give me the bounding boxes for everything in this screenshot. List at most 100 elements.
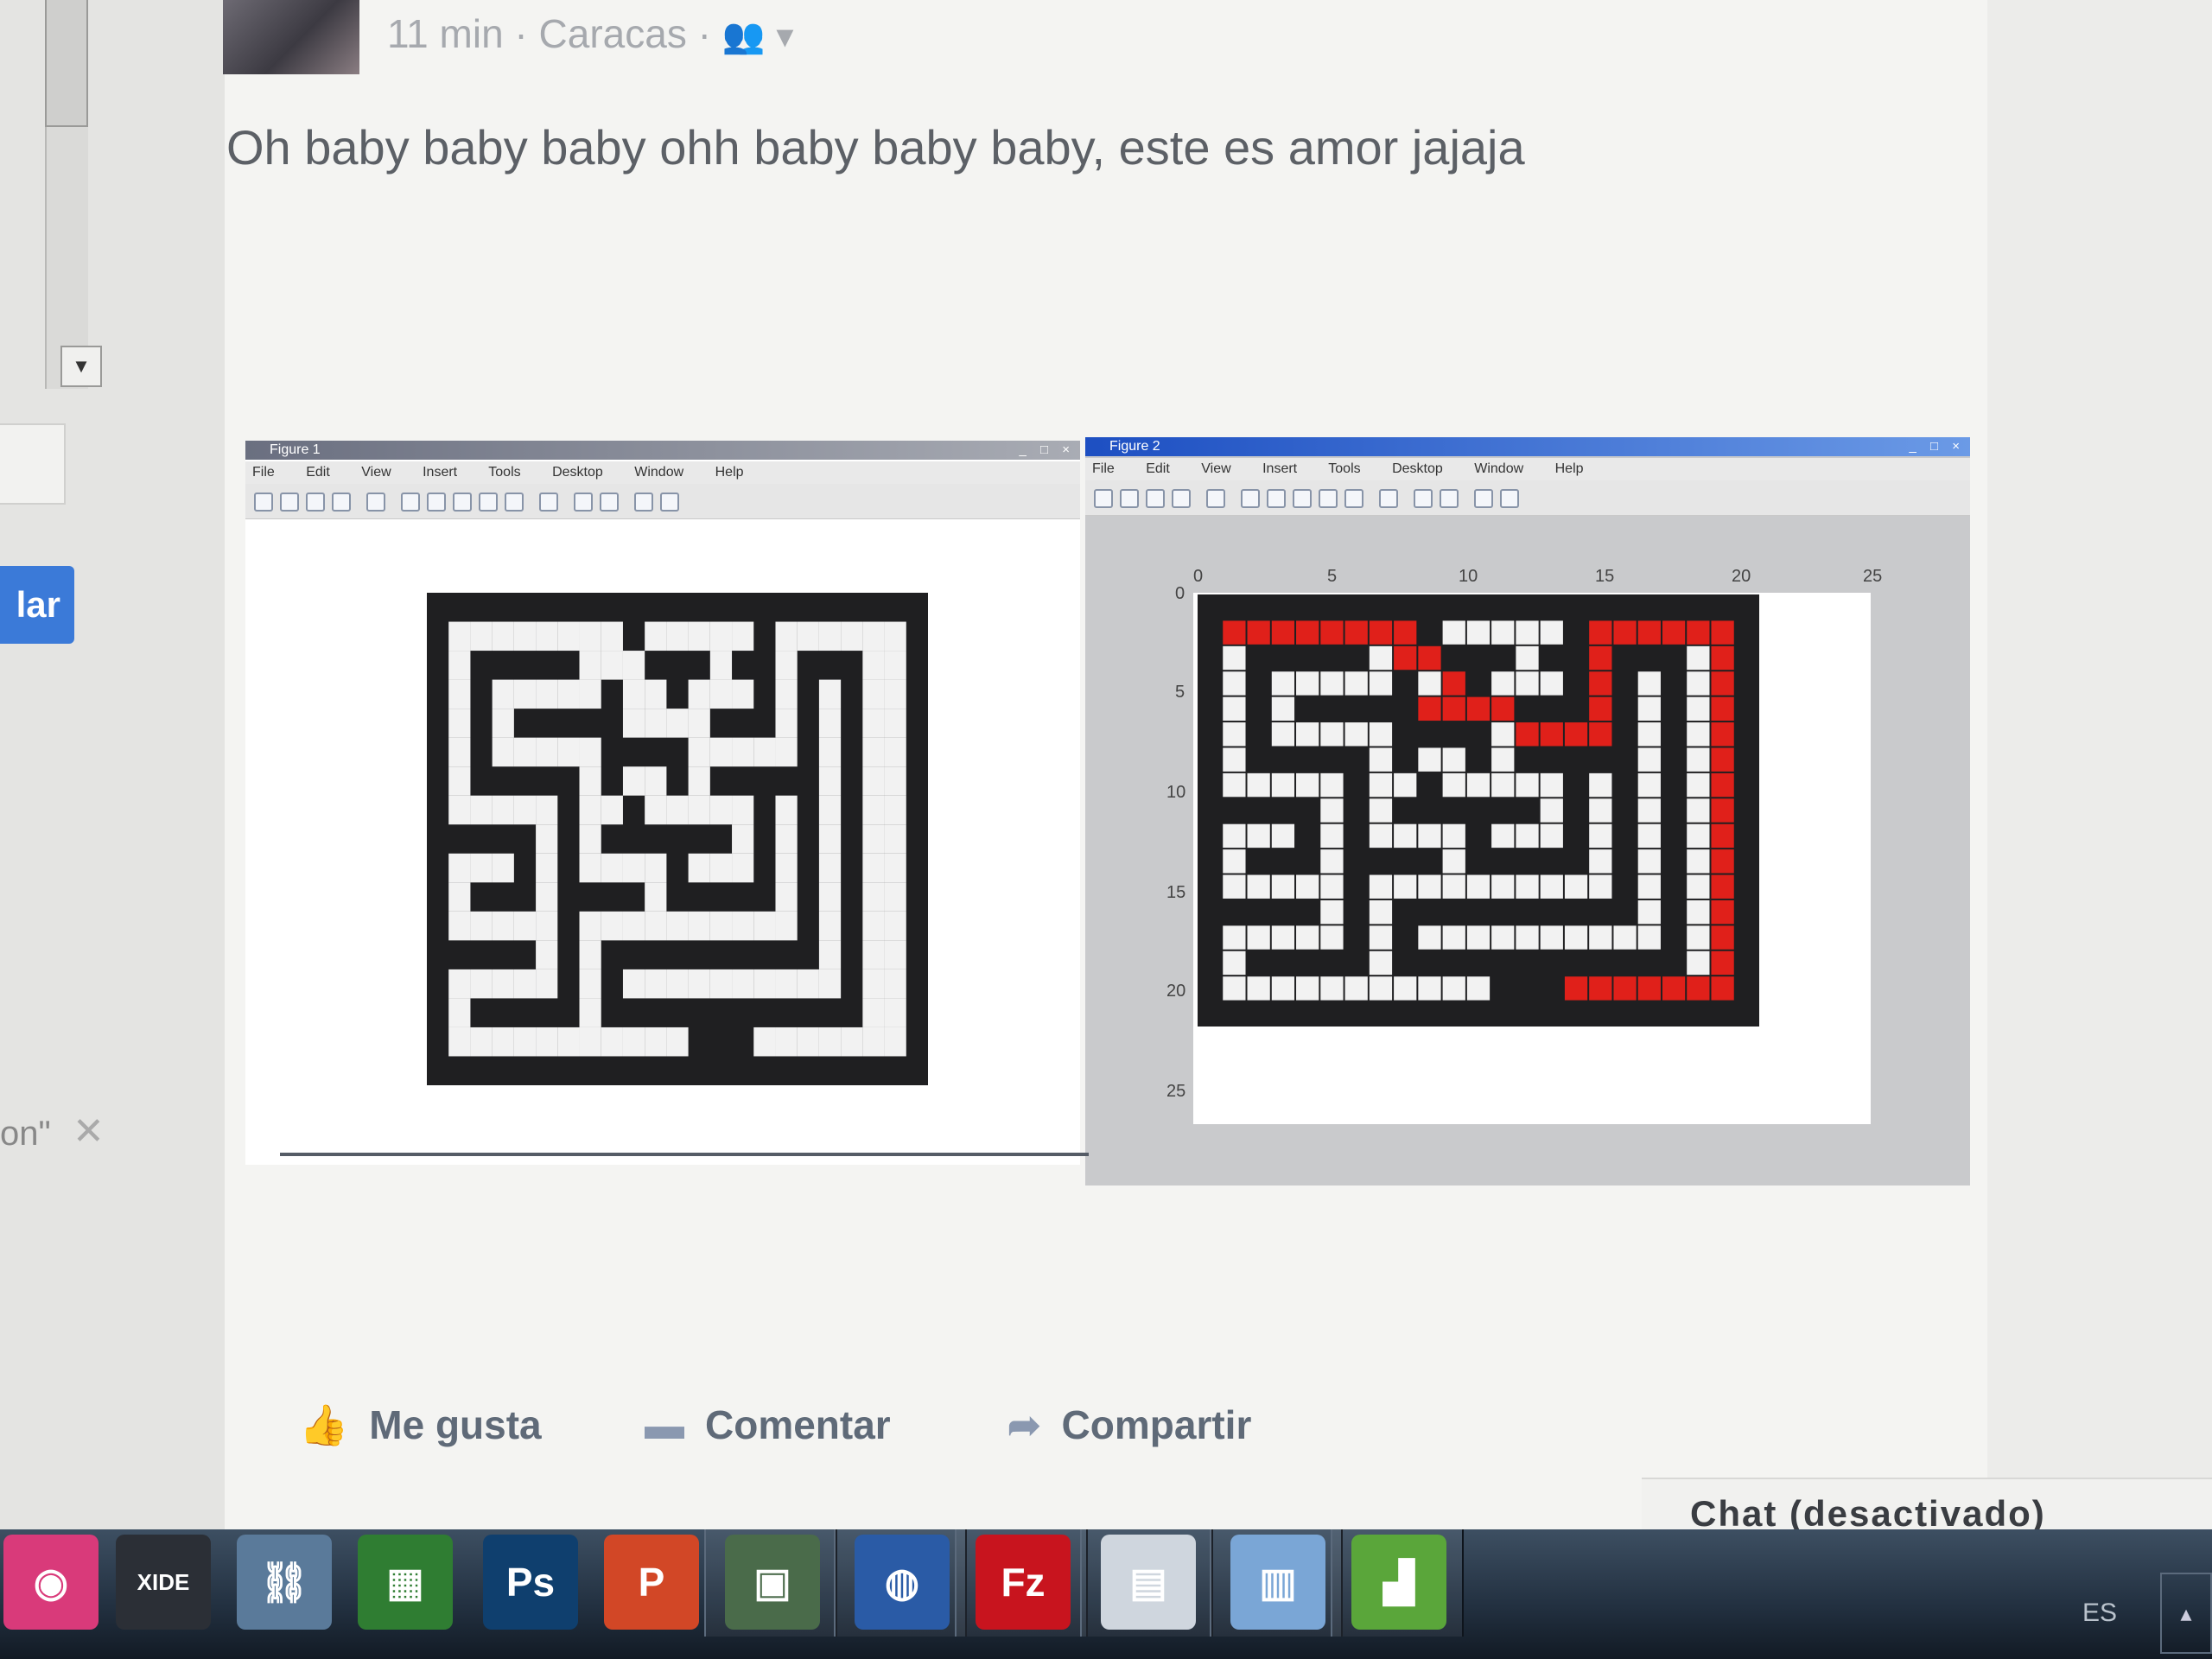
save-icon[interactable] [1146, 489, 1165, 508]
menu-file[interactable]: File [252, 465, 275, 480]
taskbar-office-icon[interactable]: ▦ [358, 1535, 453, 1630]
path-cell [1344, 976, 1368, 1001]
menu-edit[interactable]: Edit [1146, 461, 1170, 476]
friends-icon[interactable]: 👥 [722, 17, 766, 55]
link-plot-icon[interactable] [539, 493, 558, 512]
show-plot-tools-icon[interactable] [660, 493, 679, 512]
path-cell [1540, 874, 1563, 899]
chat-status-label[interactable]: Chat (desactivado) [1690, 1493, 2046, 1535]
scrollbar-thumb[interactable] [45, 0, 88, 127]
rotate-icon[interactable] [1319, 489, 1338, 508]
post-location[interactable]: Caracas [539, 11, 687, 56]
rotate-icon[interactable] [479, 493, 498, 512]
open-file-icon[interactable] [1120, 489, 1139, 508]
path-cell [579, 969, 601, 999]
zoom-out-icon[interactable] [1267, 489, 1286, 508]
taskbar-file-manager-icon[interactable]: ▤ [1101, 1535, 1196, 1630]
path-cell [1369, 976, 1393, 1001]
menu-view[interactable]: View [1201, 461, 1230, 476]
hide-plot-tools-icon[interactable] [634, 493, 653, 512]
menu-help[interactable]: Help [1555, 461, 1584, 476]
comment-button[interactable]: ▬ Comentar [645, 1402, 891, 1448]
menu-insert[interactable]: Insert [1262, 461, 1297, 476]
menu-desktop[interactable]: Desktop [552, 465, 603, 480]
path-cell [557, 621, 580, 652]
zoom-in-icon[interactable] [1241, 489, 1260, 508]
taskbar-xide-icon[interactable]: XIDE [116, 1535, 211, 1630]
tray-expand-icon[interactable]: ▴ [2160, 1573, 2212, 1654]
open-file-icon[interactable] [280, 493, 299, 512]
left-action-button[interactable]: lar [0, 566, 74, 644]
figure-window-2[interactable]: Figure 2 _ □ × File Edit View Insert Too… [1085, 437, 1970, 1185]
path-cell [448, 709, 471, 738]
avatar[interactable] [223, 0, 359, 74]
path-cell [1687, 925, 1710, 950]
left-input-field[interactable] [0, 423, 66, 505]
taskbar-photoshop-icon[interactable]: Ps [483, 1535, 578, 1630]
save-icon[interactable] [306, 493, 325, 512]
path-cell [1540, 798, 1563, 823]
zoom-out-icon[interactable] [427, 493, 446, 512]
path-cell [1320, 925, 1344, 950]
like-button[interactable]: 👍 Me gusta [299, 1402, 542, 1449]
taskbar-filezilla-icon[interactable]: Fz [976, 1535, 1071, 1630]
colorbar-icon[interactable] [574, 493, 593, 512]
legend-icon[interactable] [600, 493, 619, 512]
window-buttons[interactable]: _ □ × [1020, 442, 1076, 457]
solution-cell [1589, 620, 1612, 645]
window-buttons[interactable]: _ □ × [1910, 439, 1966, 454]
path-cell [818, 882, 842, 912]
menu-window[interactable]: Window [1474, 461, 1523, 476]
close-icon[interactable]: ✕ [73, 1109, 105, 1154]
data-cursor-icon[interactable] [505, 493, 524, 512]
new-figure-icon[interactable] [254, 493, 273, 512]
print-icon[interactable] [332, 493, 351, 512]
taskbar-calculator-icon[interactable]: ▥ [1230, 1535, 1325, 1630]
zoom-in-icon[interactable] [401, 493, 420, 512]
menu-help[interactable]: Help [715, 465, 744, 480]
legend-icon[interactable] [1440, 489, 1459, 508]
share-button[interactable]: ➦ Compartir [1007, 1402, 1251, 1448]
menu-view[interactable]: View [361, 465, 391, 480]
chevron-down-icon[interactable]: ▾ [776, 17, 793, 55]
pan-icon[interactable] [1293, 489, 1312, 508]
path-cell [688, 709, 710, 738]
figure-window-1[interactable]: Figure 1 _ □ × File Edit View Insert Too… [245, 441, 1080, 1165]
edit-plot-icon[interactable] [1206, 489, 1225, 508]
post-time[interactable]: 11 min [387, 11, 504, 56]
menu-tools[interactable]: Tools [1328, 461, 1360, 476]
path-cell [448, 679, 471, 709]
print-icon[interactable] [1172, 489, 1191, 508]
taskbar-messenger-icon[interactable]: ◉ [3, 1535, 99, 1630]
path-cell [645, 969, 667, 999]
colorbar-icon[interactable] [1414, 489, 1433, 508]
menu-tools[interactable]: Tools [488, 465, 520, 480]
taskbar-matlab-plot-icon[interactable]: ▟ [1351, 1535, 1446, 1630]
edit-plot-icon[interactable] [366, 493, 385, 512]
window-title[interactable]: Figure 1 [245, 441, 1080, 460]
menu-desktop[interactable]: Desktop [1392, 461, 1443, 476]
menu-window[interactable]: Window [634, 465, 683, 480]
taskbar-network-tool-icon[interactable]: ⛓ [237, 1535, 332, 1630]
menu-file[interactable]: File [1092, 461, 1115, 476]
window-title[interactable]: Figure 2 [1085, 437, 1970, 456]
link-plot-icon[interactable] [1379, 489, 1398, 508]
path-cell [470, 911, 493, 941]
scroll-down-icon[interactable]: ▼ [60, 346, 102, 387]
hide-plot-tools-icon[interactable] [1474, 489, 1493, 508]
path-cell [1540, 925, 1563, 950]
taskbar-screen-capture-icon[interactable]: ▣ [725, 1535, 820, 1630]
show-plot-tools-icon[interactable] [1500, 489, 1519, 508]
solution-cell [1540, 722, 1563, 747]
taskbar-powerpoint-icon[interactable]: P [604, 1535, 699, 1630]
path-cell [1564, 874, 1588, 899]
data-cursor-icon[interactable] [1344, 489, 1363, 508]
path-cell [448, 766, 471, 796]
menu-insert[interactable]: Insert [423, 465, 457, 480]
path-cell [841, 1027, 863, 1057]
language-indicator[interactable]: ES [2082, 1599, 2117, 1628]
menu-edit[interactable]: Edit [306, 465, 330, 480]
taskbar-browser-icon[interactable]: ◍ [855, 1535, 950, 1630]
new-figure-icon[interactable] [1094, 489, 1113, 508]
pan-icon[interactable] [453, 493, 472, 512]
